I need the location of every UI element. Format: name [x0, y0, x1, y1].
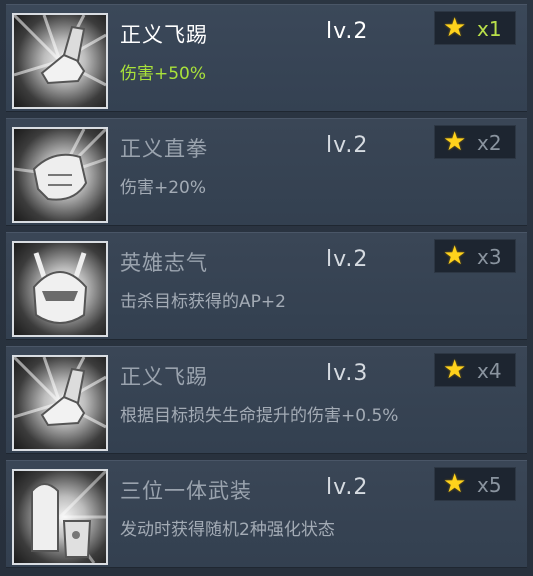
star-multiplier: x3 — [477, 245, 502, 269]
skill-name: 英雄志气 — [120, 251, 208, 275]
skill-level: lv.2 — [326, 19, 369, 44]
skill-row[interactable]: 正义飞踢 lv.2 伤害+50% ★ x1 — [6, 4, 527, 112]
skill-row[interactable]: 正义飞踢 lv.3 根据目标损失生命提升的伤害+0.5% ★ x4 — [6, 346, 527, 454]
star-count-badge: ★ x4 — [434, 353, 516, 387]
punch-icon — [12, 127, 108, 223]
kick-icon — [12, 13, 108, 109]
skill-description: 伤害+50% — [120, 64, 207, 84]
skill-name: 正义直拳 — [120, 137, 208, 161]
skill-level: lv.2 — [326, 133, 369, 158]
skill-row[interactable]: 正义直拳 lv.2 伤害+20% ★ x2 — [6, 118, 527, 226]
star-count-badge: ★ x3 — [434, 239, 516, 273]
skill-name: 三位一体武装 — [120, 479, 252, 503]
skill-row[interactable]: 三位一体武装 lv.2 发动时获得随机2种强化状态 ★ x5 — [6, 460, 527, 568]
skill-name: 正义飞踢 — [120, 365, 208, 389]
star-count-badge: ★ x5 — [434, 467, 516, 501]
skill-level: lv.2 — [326, 247, 369, 272]
star-icon: ★ — [443, 13, 467, 43]
skill-level: lv.3 — [326, 361, 369, 386]
skill-description: 根据目标损失生命提升的伤害+0.5% — [120, 406, 399, 426]
skill-row[interactable]: 英雄志气 lv.2 击杀目标获得的AP+2 ★ x3 — [6, 232, 527, 340]
skill-level: lv.2 — [326, 475, 369, 500]
star-count-badge: ★ x2 — [434, 125, 516, 159]
skill-list-panel: 正义飞踢 lv.2 伤害+50% ★ x1 正义直拳 lv.2 伤害+20% ★… — [0, 0, 533, 576]
skill-name: 正义飞踢 — [120, 23, 208, 47]
star-icon: ★ — [443, 355, 467, 385]
star-multiplier: x1 — [477, 17, 502, 41]
kick-icon — [12, 355, 108, 451]
hero-helmet-icon — [12, 241, 108, 337]
star-icon: ★ — [443, 241, 467, 271]
star-count-badge: ★ x1 — [434, 11, 516, 45]
skill-description: 发动时获得随机2种强化状态 — [120, 520, 335, 540]
star-icon: ★ — [443, 127, 467, 157]
armor-icon — [12, 469, 108, 565]
star-multiplier: x5 — [477, 473, 502, 497]
skill-description: 伤害+20% — [120, 178, 207, 198]
star-multiplier: x4 — [477, 359, 502, 383]
skill-description: 击杀目标获得的AP+2 — [120, 292, 286, 312]
star-multiplier: x2 — [477, 131, 502, 155]
star-icon: ★ — [443, 469, 467, 499]
